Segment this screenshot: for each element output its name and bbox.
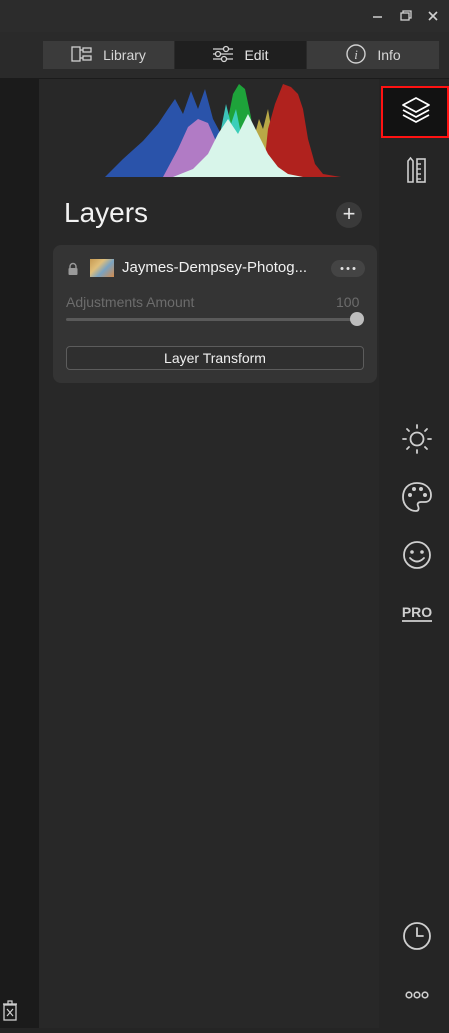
portrait-icon[interactable] (399, 537, 435, 573)
layer-thumbnail (90, 259, 114, 277)
adjustments-amount-slider-handle[interactable] (350, 312, 364, 326)
creative-icon[interactable] (399, 479, 435, 515)
history-icon[interactable] (399, 918, 435, 954)
add-layer-button[interactable]: + (336, 202, 362, 228)
tab-info[interactable]: i Info (307, 41, 439, 69)
sliders-icon (212, 45, 234, 66)
left-strip (0, 79, 39, 1028)
layers-icon[interactable] (398, 92, 434, 128)
trash-icon[interactable] (0, 992, 20, 1028)
library-icon (71, 45, 93, 65)
mode-tab-bar: Library Edit i Info (0, 32, 449, 79)
adjustments-amount-slider[interactable] (66, 318, 358, 321)
info-icon: i (345, 43, 367, 68)
tab-info-label: Info (377, 47, 401, 63)
layer-options-button[interactable] (331, 260, 365, 277)
essentials-icon[interactable] (399, 421, 435, 457)
presets-icon[interactable] (398, 153, 434, 189)
svg-text:i: i (355, 47, 359, 62)
tab-edit-label: Edit (244, 47, 269, 63)
lock-icon[interactable] (66, 262, 80, 276)
layer-name[interactable]: Jaymes-Dempsey-Photog... (122, 259, 322, 276)
layers-title: Layers (64, 197, 149, 228)
tab-edit[interactable]: Edit (175, 41, 306, 69)
title-bar (0, 0, 449, 32)
adjustments-amount-value: 100 (336, 294, 360, 310)
minimize-icon[interactable] (369, 7, 387, 25)
layer-transform-button[interactable]: Layer Transform (66, 346, 364, 370)
pro-icon[interactable]: PRO (399, 595, 435, 631)
close-icon[interactable] (424, 7, 442, 25)
ellipsis-icon (340, 267, 356, 270)
tab-library[interactable]: Library (43, 41, 174, 69)
pro-icon-text: PRO (402, 604, 432, 620)
histogram (105, 84, 341, 177)
adjustments-amount-label: Adjustments Amount (66, 294, 195, 310)
tab-library-label: Library (103, 47, 146, 63)
restore-icon[interactable] (397, 7, 415, 25)
more-icon[interactable] (399, 977, 435, 1013)
